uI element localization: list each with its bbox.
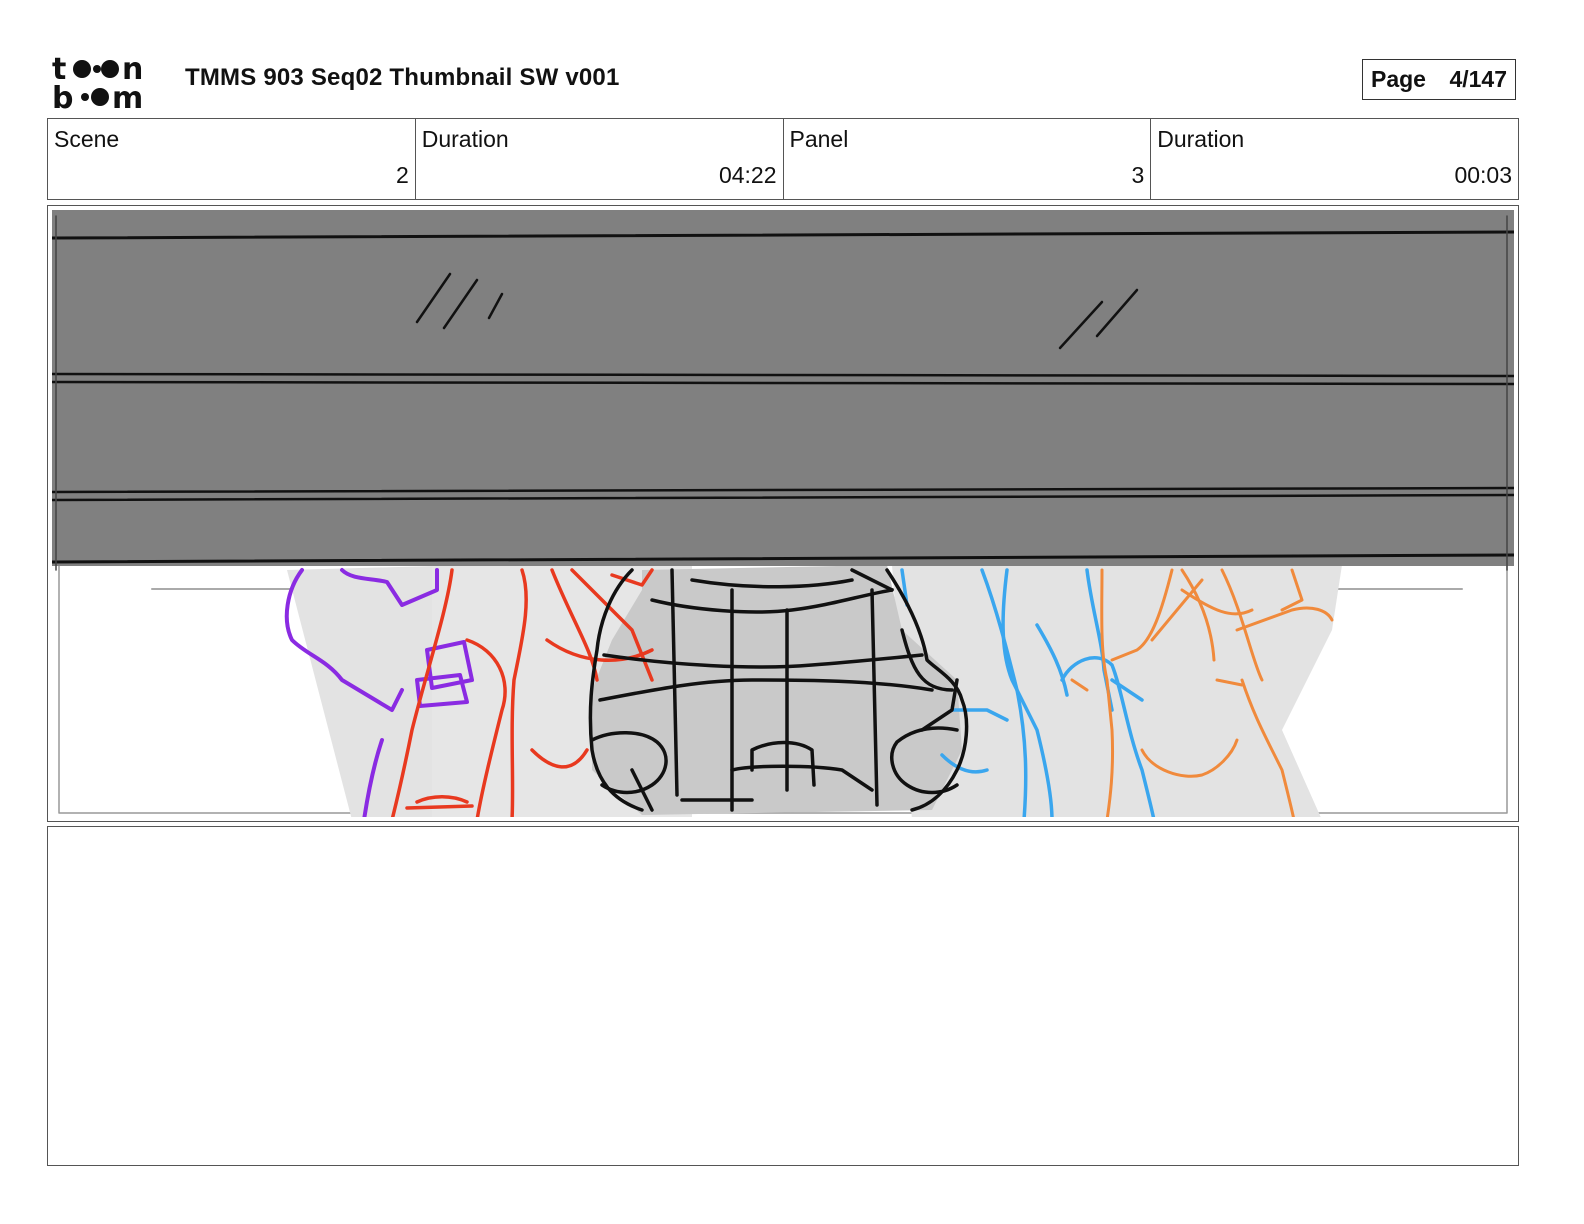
scene-duration-label: Duration [421,126,509,152]
scene-cell: Scene 2 [48,119,416,199]
page-indicator: Page 4/147 [1362,59,1516,100]
scene-value: 2 [395,162,409,188]
scene-duration-value: 04:22 [718,162,777,188]
document-title: TMMS 903 Seq02 Thumbnail SW v001 [185,64,620,91]
panel-cell: Panel 3 [784,119,1152,199]
panel-label: Panel [789,126,849,152]
toonboom-logo: t n b m [52,52,162,110]
page-label: Page [1371,66,1426,92]
scene-label: Scene [54,126,120,152]
storyboard-sketch [52,210,1514,817]
panel-duration-label: Duration [1157,126,1245,152]
panel-value: 3 [1131,162,1145,188]
panel-duration-value: 00:03 [1454,162,1512,188]
svg-text:m: m [112,81,143,110]
storyboard-panel-frame [47,205,1519,822]
panel-notes-box [47,826,1519,1166]
scene-duration-cell: Duration 04:22 [416,119,784,199]
page-number: 4/147 [1449,66,1507,92]
svg-text:b: b [52,81,73,110]
panel-duration-cell: Duration 00:03 [1151,119,1518,199]
panel-info-row: Scene 2 Duration 04:22 Panel 3 Duration … [47,118,1519,200]
